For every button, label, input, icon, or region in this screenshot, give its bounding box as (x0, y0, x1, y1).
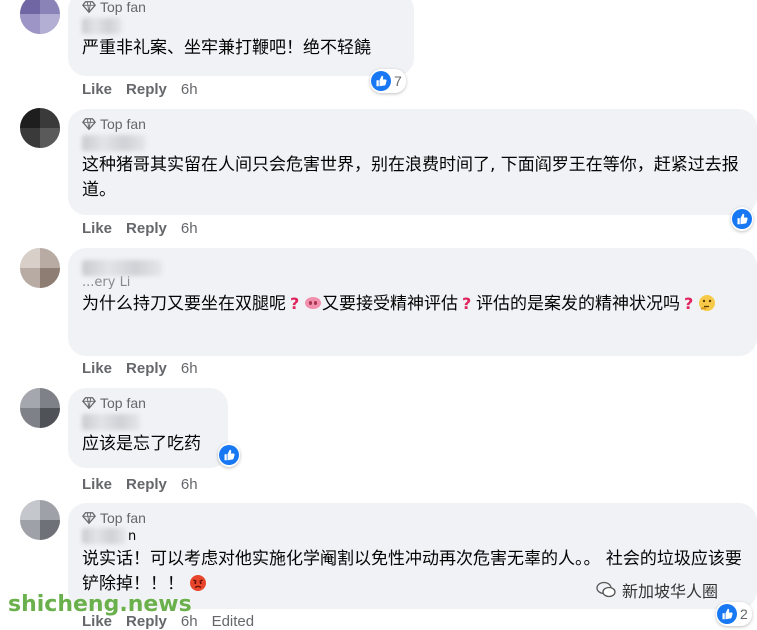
commenter-name-blurred[interactable] (82, 528, 126, 544)
comment-text: 这种猪哥其实留在人间只会危害世界，别在浪费时间了, 下面阎罗王在等你，赶紧过去报… (82, 155, 739, 200)
commenter-name-partial[interactable]: ...ery Li (82, 276, 743, 290)
like-reaction-icon (371, 71, 391, 91)
angry-face-icon (190, 575, 207, 591)
top-fan-badge: Top fan (82, 0, 400, 16)
comment-bubble: ...ery Li 为什么持刀又要坐在双腿呢? 又要接受精神评估? 评估的是案发的精… (68, 248, 757, 356)
comment-text-part-2: 又要接受精神评估 (322, 294, 458, 314)
comment-text: 严重非礼案、坐牢兼打鞭吧！绝不轻饒 (82, 38, 371, 58)
comment-actions: Like Reply 6h (82, 81, 198, 98)
timestamp[interactable]: 6h (181, 81, 198, 98)
diamond-icon (82, 397, 96, 410)
comment-bubble: Top fan 应该是忘了吃药 (68, 388, 228, 468)
reaction-summary[interactable]: 2 (716, 602, 752, 626)
like-button[interactable]: Like (82, 360, 112, 377)
commenter-name-blurred[interactable] (82, 260, 162, 276)
red-question-mark-icon: ? (290, 294, 299, 312)
reply-button[interactable]: Reply (126, 360, 167, 377)
top-fan-badge: Top fan (82, 115, 743, 133)
avatar[interactable] (20, 388, 60, 428)
comment-actions: Like Reply 6h (82, 360, 198, 377)
timestamp[interactable]: 6h (181, 220, 198, 237)
comment-text-part-1: 为什么持刀又要坐在双腿呢 (82, 294, 286, 314)
reaction-count: 7 (394, 73, 402, 89)
svg-text:?: ? (684, 294, 693, 312)
timestamp[interactable]: 6h (181, 476, 198, 493)
edited-label[interactable]: Edited (212, 613, 255, 630)
comment-text: 为什么持刀又要坐在双腿呢? 又要接受精神评估? 评估的是案发的精神状况吗? (82, 292, 742, 317)
svg-text:?: ? (462, 294, 471, 312)
avatar[interactable] (20, 500, 60, 540)
like-button[interactable]: Like (82, 220, 112, 237)
comment-bubble: Top fan 这种猪哥其实留在人间只会危害世界，别在浪费时间了, 下面阎罗王在… (68, 109, 757, 215)
thinking-face-icon (699, 295, 715, 311)
comment-text: 应该是忘了吃药 (82, 434, 201, 454)
like-reaction-icon (717, 604, 737, 624)
pig-nose-icon (305, 297, 321, 309)
like-button[interactable]: Like (82, 476, 112, 493)
reply-button[interactable]: Reply (126, 476, 167, 493)
chat-bubble-icon (596, 581, 616, 598)
reaction-summary[interactable] (218, 443, 240, 467)
top-fan-badge: Top fan (82, 509, 743, 527)
source-tag-label: 新加坡华人圈 (622, 582, 719, 601)
svg-text:?: ? (290, 294, 299, 312)
comment-bubble: Top fan 严重非礼案、坐牢兼打鞭吧！绝不轻饒 (68, 0, 414, 76)
reaction-count: 2 (740, 606, 748, 622)
comment-actions: Like Reply 6h (82, 476, 198, 493)
reply-button[interactable]: Reply (126, 81, 167, 98)
commenter-name-blurred[interactable] (82, 414, 140, 430)
red-question-mark-icon: ? (462, 294, 471, 312)
avatar[interactable] (20, 108, 60, 148)
timestamp[interactable]: 6h (181, 360, 198, 377)
source-tag: 新加坡华人圈 (596, 578, 718, 602)
badge-label: Top fan (100, 395, 146, 411)
badge-label: Top fan (100, 510, 146, 526)
reaction-summary[interactable]: 7 (370, 69, 406, 93)
commenter-name-blurred[interactable] (82, 135, 146, 151)
commenter-name-blurred[interactable] (82, 18, 122, 34)
top-fan-badge: Top fan (82, 394, 214, 412)
reaction-summary[interactable] (731, 207, 753, 231)
avatar[interactable] (20, 248, 60, 288)
site-watermark: shicheng.news (8, 592, 192, 617)
badge-label: Top fan (100, 0, 146, 15)
diamond-icon (82, 1, 96, 14)
avatar[interactable] (20, 0, 60, 34)
comment-text-part-3: 评估的是案发的精神状况吗 (476, 294, 680, 314)
like-reaction-icon (732, 209, 752, 229)
like-button[interactable]: Like (82, 81, 112, 98)
commenter-name-partial[interactable]: n (128, 529, 136, 544)
diamond-icon (82, 118, 96, 131)
diamond-icon (82, 512, 96, 525)
red-question-mark-icon: ? (684, 294, 693, 312)
like-reaction-icon (219, 445, 239, 465)
badge-label: Top fan (100, 116, 146, 132)
comment-actions: Like Reply 6h (82, 220, 198, 237)
reply-button[interactable]: Reply (126, 220, 167, 237)
